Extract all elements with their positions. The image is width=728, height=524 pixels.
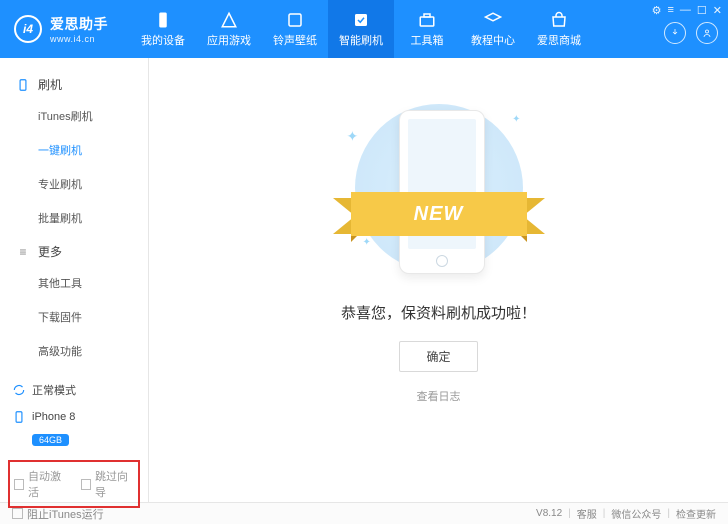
wechat-link[interactable]: 微信公众号: [611, 506, 661, 521]
device-status[interactable]: iPhone 8: [12, 404, 136, 430]
sidebar-item-other-tools[interactable]: 其他工具: [0, 266, 148, 300]
app-header: i4 爱思助手 www.i4.cn 我的设备 应用游戏 铃声壁纸 智能刷机 工具…: [0, 0, 728, 58]
tab-apps-games[interactable]: 应用游戏: [196, 0, 262, 58]
sidebar-section-more: ≡ 更多: [0, 235, 148, 266]
header-right: [664, 22, 718, 44]
sidebar: 刷机 iTunes刷机 一键刷机 专业刷机 批量刷机 ≡ 更多 其他工具 下载固…: [0, 58, 149, 502]
menu-lines-icon: ≡: [16, 245, 30, 259]
checkbox-block-itunes[interactable]: 阻止iTunes运行: [12, 506, 104, 522]
sidebar-item-pro-flash[interactable]: 专业刷机: [0, 167, 148, 201]
sidebar-item-batch-flash[interactable]: 批量刷机: [0, 201, 148, 235]
brand-name: 爱思助手: [50, 14, 108, 34]
confirm-button[interactable]: 确定: [399, 341, 477, 372]
refresh-icon: [12, 383, 26, 397]
mode-status[interactable]: 正常模式: [12, 376, 136, 404]
logo-icon: i4: [14, 15, 42, 43]
success-message: 恭喜您，保资料刷机成功啦！: [341, 302, 536, 323]
top-tabs: 我的设备 应用游戏 铃声壁纸 智能刷机 工具箱 教程中心 爱思商城: [130, 0, 592, 58]
menu-icon[interactable]: ≡: [667, 4, 673, 17]
checkbox-auto-activate[interactable]: 自动激活: [14, 468, 67, 500]
device-icon: [12, 410, 26, 424]
options-highlight-box: 自动激活 跳过向导: [8, 460, 140, 508]
maximize-icon[interactable]: ☐: [697, 4, 707, 17]
view-log-link[interactable]: 查看日志: [417, 388, 461, 404]
sidebar-item-itunes-flash[interactable]: iTunes刷机: [0, 99, 148, 133]
sidebar-item-download-firmware[interactable]: 下载固件: [0, 300, 148, 334]
settings-icon[interactable]: ⚙: [652, 4, 662, 17]
window-controls: ⚙ ≡ — ☐ ✕: [652, 4, 722, 17]
sidebar-status: 正常模式 iPhone 8 64GB: [0, 368, 148, 456]
phone-icon: [16, 78, 30, 92]
sidebar-section-flash: 刷机: [0, 68, 148, 99]
download-icon[interactable]: [664, 22, 686, 44]
sidebar-nav: 刷机 iTunes刷机 一键刷机 专业刷机 批量刷机 ≡ 更多 其他工具 下载固…: [0, 58, 148, 368]
support-link[interactable]: 客服: [577, 506, 597, 521]
close-icon[interactable]: ✕: [713, 4, 722, 17]
sidebar-item-oneclick-flash[interactable]: 一键刷机: [0, 133, 148, 167]
checkbox-skip-guide[interactable]: 跳过向导: [81, 468, 134, 500]
user-icon[interactable]: [696, 22, 718, 44]
version-label: V8.12: [536, 508, 562, 519]
tab-ringtones[interactable]: 铃声壁纸: [262, 0, 328, 58]
update-link[interactable]: 检查更新: [676, 506, 716, 521]
ribbon-text: NEW: [351, 192, 527, 236]
storage-badge: 64GB: [32, 434, 69, 446]
brand: i4 爱思助手 www.i4.cn: [0, 14, 122, 44]
minimize-icon[interactable]: —: [680, 4, 691, 17]
main-content: ✦ ✦ ✦ ✦ NEW 恭喜您，保资料刷机成功啦！ 确定 查看日志: [149, 58, 728, 502]
tab-store[interactable]: 爱思商城: [526, 0, 592, 58]
tab-toolbox[interactable]: 工具箱: [394, 0, 460, 58]
sidebar-item-advanced[interactable]: 高级功能: [0, 334, 148, 368]
tab-tutorials[interactable]: 教程中心: [460, 0, 526, 58]
success-illustration: ✦ ✦ ✦ ✦ NEW: [329, 104, 549, 278]
brand-url: www.i4.cn: [50, 34, 108, 44]
tab-smart-flash[interactable]: 智能刷机: [328, 0, 394, 58]
tab-my-device[interactable]: 我的设备: [130, 0, 196, 58]
